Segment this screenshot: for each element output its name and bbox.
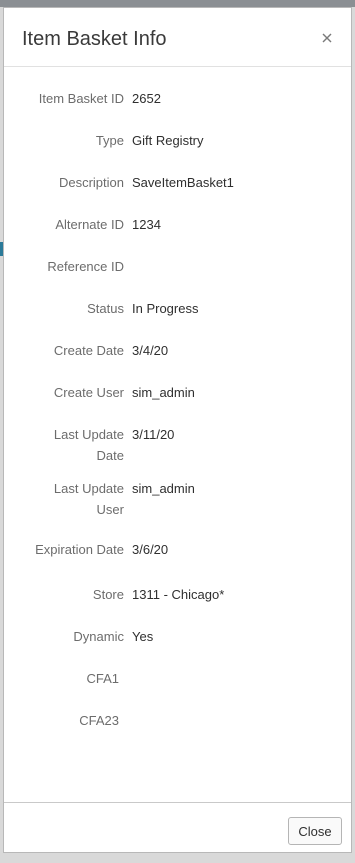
field-value: Gift Registry — [132, 133, 204, 148]
field-label: Reference ID — [47, 259, 124, 274]
field-value: 3/4/20 — [132, 343, 169, 358]
field-label: Create User — [53, 385, 124, 400]
field-value: sim_admin — [132, 481, 195, 496]
field-value: 1311 - Chicago* — [132, 587, 225, 602]
field-label: Type — [95, 133, 124, 148]
field-value: 2652 — [132, 91, 161, 106]
dialog-footer: Close — [4, 802, 351, 852]
field-value: 3/6/20 — [132, 542, 169, 557]
field-label: Create Date — [53, 343, 124, 358]
field-value: 3/11/20 — [132, 427, 175, 442]
field-label: Item Basket ID — [38, 91, 124, 106]
close-button[interactable]: Close — [288, 817, 342, 845]
field-label: Alternate ID — [55, 217, 124, 232]
field-label: Description — [58, 175, 124, 190]
close-icon[interactable] — [319, 30, 335, 46]
blank-area — [85, 754, 191, 794]
field-label: Store — [92, 587, 124, 602]
item-basket-info-dialog: Item Basket Info Item Basket ID 2652 Typ… — [3, 7, 352, 853]
field-value: SaveItemBasket1 — [132, 175, 234, 190]
field-label: CFA1 — [86, 671, 119, 686]
label-line: Date — [96, 448, 124, 463]
field-label: Last Update User — [4, 478, 124, 520]
field-value: Yes — [132, 629, 154, 644]
field-label: CFA23 — [79, 713, 119, 728]
field-value: sim_admin — [132, 385, 195, 400]
field-label: Last Update Date — [4, 424, 124, 466]
field-label: Dynamic — [73, 629, 124, 644]
dialog-title: Item Basket Info — [22, 28, 167, 50]
field-value: 1234 — [132, 217, 161, 232]
dialog-header: Item Basket Info — [4, 8, 351, 67]
label-line: User — [96, 502, 124, 517]
field-label: Expiration Date — [35, 542, 124, 557]
field-value: In Progress — [132, 301, 199, 316]
field-label: Status — [87, 301, 124, 316]
backdrop — [0, 0, 355, 7]
label-line: Last Update — [53, 427, 124, 442]
label-line: Last Update — [53, 481, 124, 496]
